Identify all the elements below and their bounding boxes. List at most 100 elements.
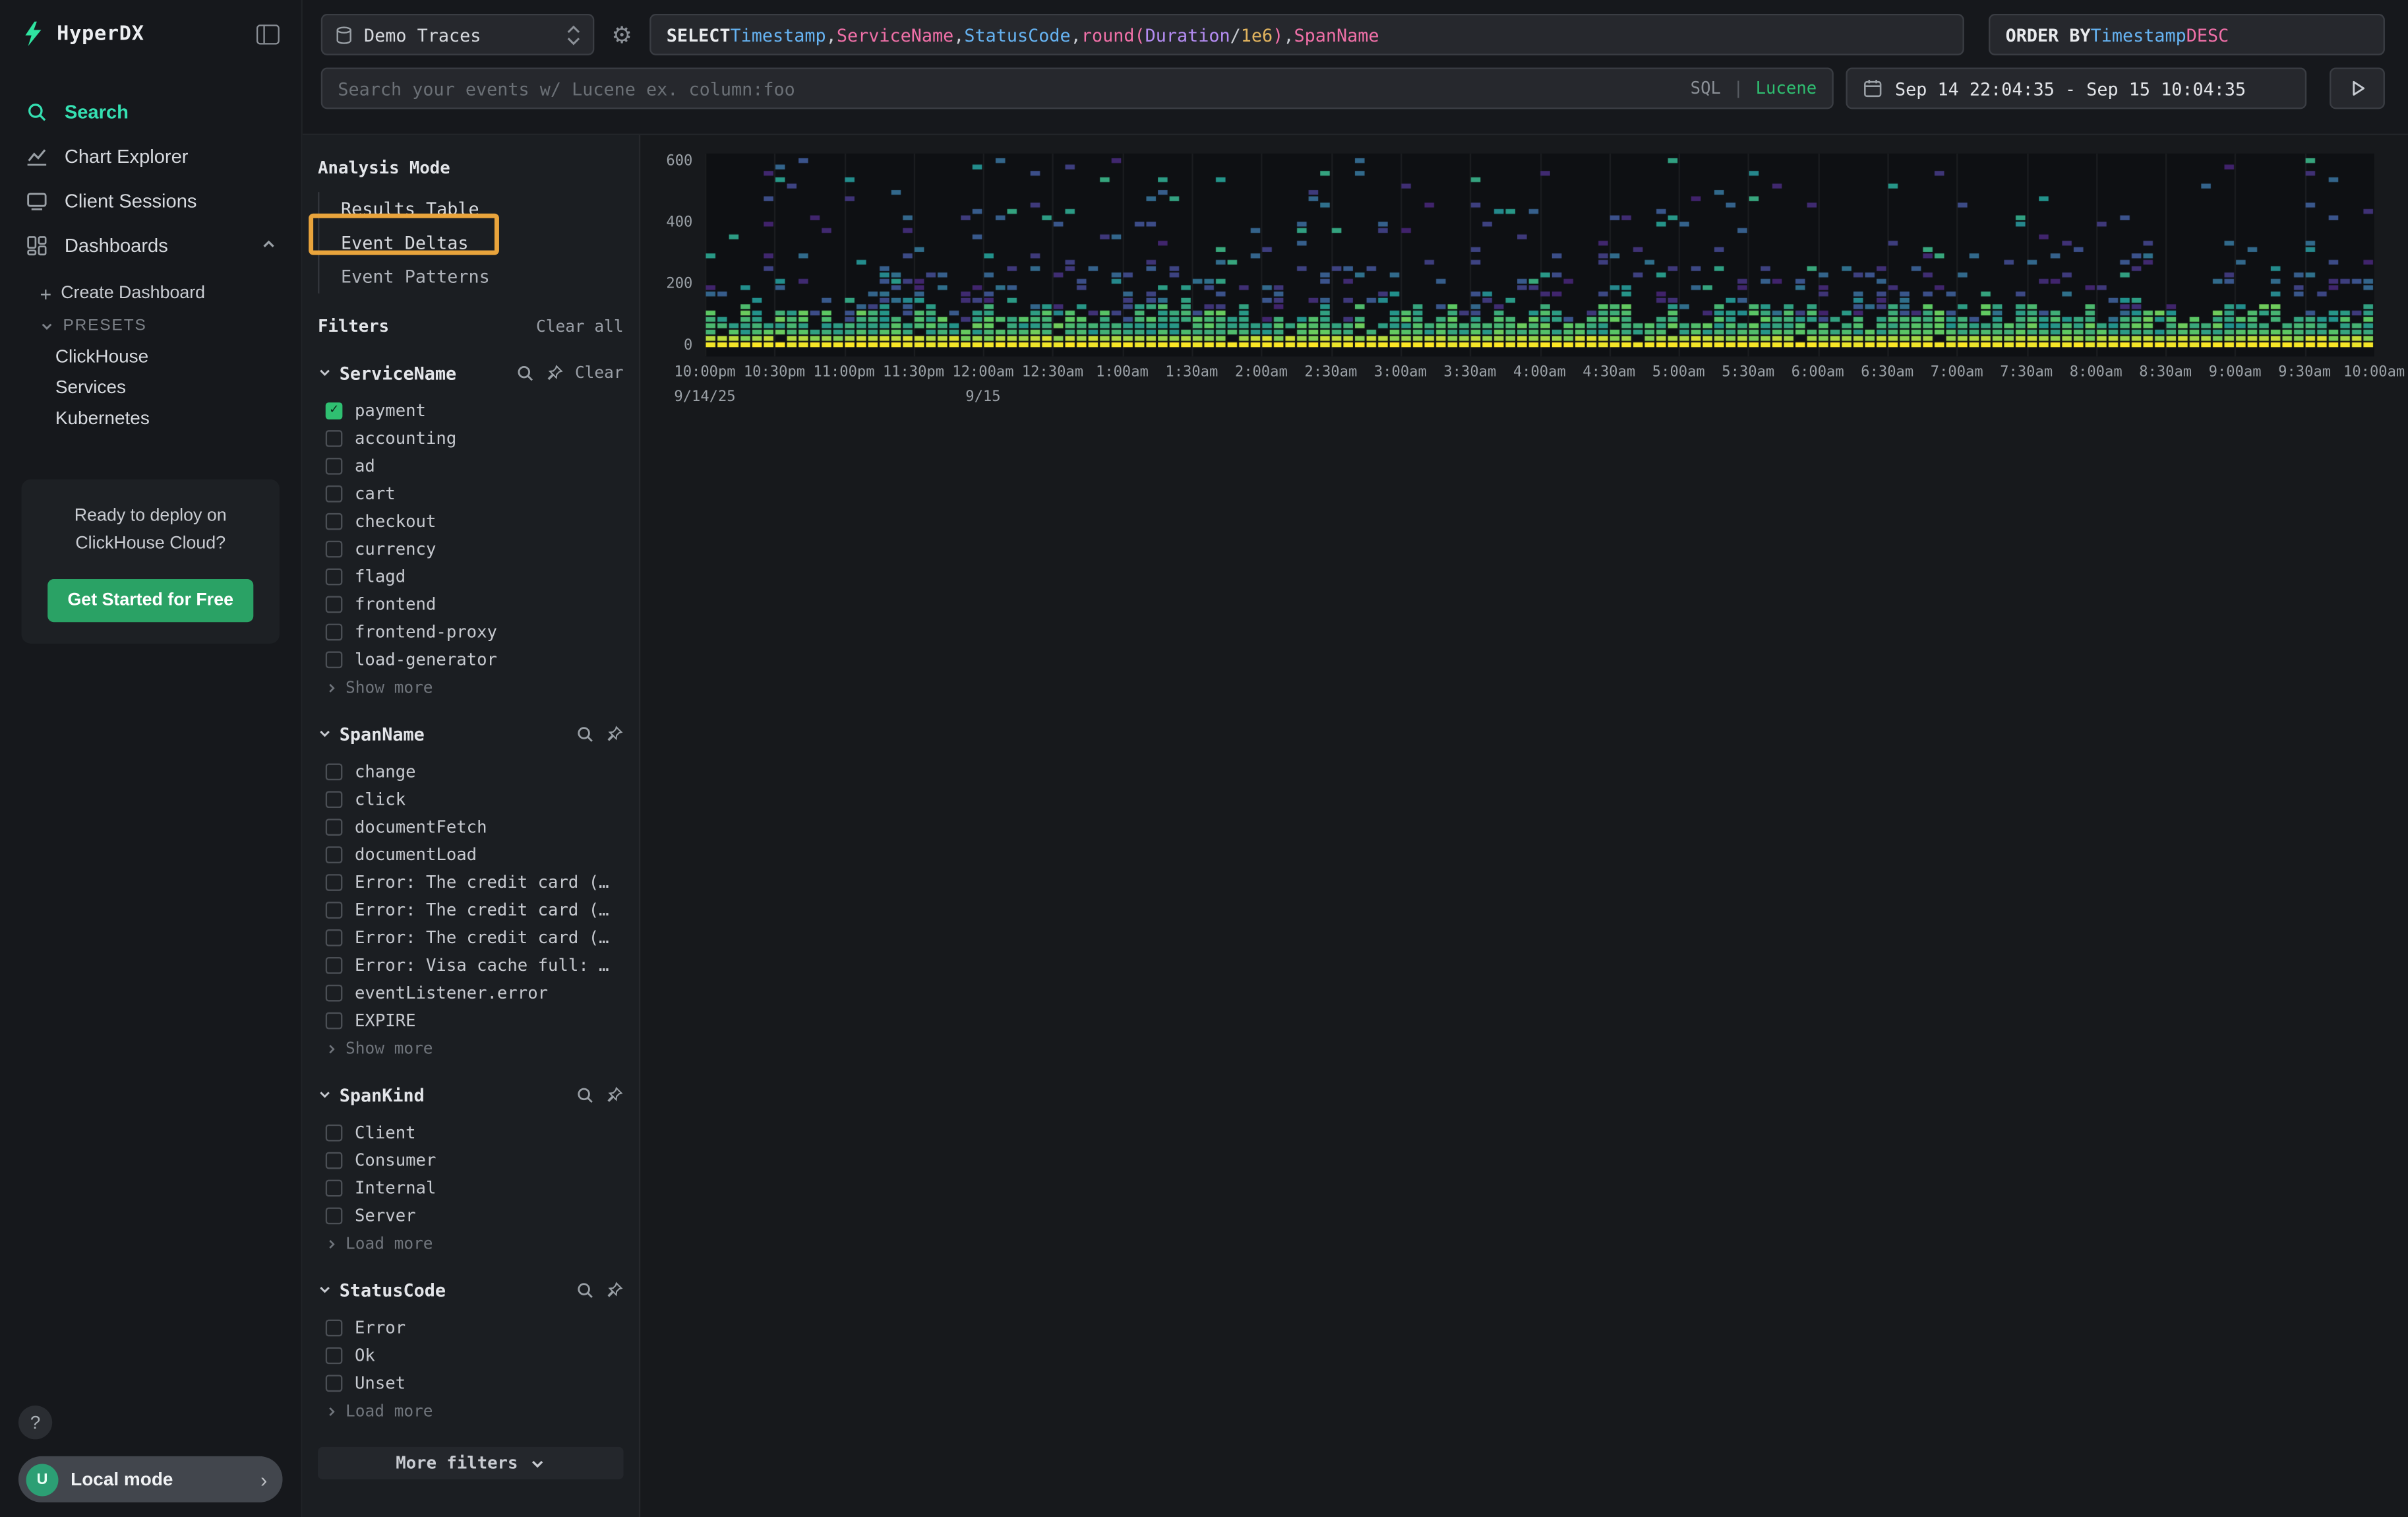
checkbox-unchecked[interactable] [326, 485, 343, 502]
show-more-link[interactable]: Load more [318, 1402, 623, 1421]
sidebar-item-clickhouse[interactable]: ClickHouse [0, 341, 301, 372]
filter-group-header[interactable]: SpanKind [318, 1084, 623, 1106]
filter-option-error-visa-cache-full-[interactable]: Error: Visa cache full: … [318, 951, 623, 979]
filter-option-checkout[interactable]: checkout [318, 507, 623, 535]
checkbox-unchecked[interactable] [326, 512, 343, 530]
sidebar-collapse-icon[interactable] [256, 24, 280, 44]
heatmap-plot[interactable] [705, 154, 2374, 356]
checkbox-unchecked[interactable] [326, 846, 343, 863]
source-select[interactable]: Demo Traces [321, 14, 595, 55]
filter-option-frontend[interactable]: frontend [318, 590, 623, 617]
pin-icon[interactable] [605, 725, 624, 743]
checkbox-unchecked[interactable] [326, 1152, 343, 1169]
help-button[interactable]: ? [18, 1406, 52, 1439]
filter-option-expire[interactable]: EXPIRE [318, 1006, 623, 1034]
filter-option-payment[interactable]: ✓payment [318, 396, 623, 424]
checkbox-unchecked[interactable] [326, 457, 343, 474]
source-settings-gear-icon[interactable]: ⚙ [607, 20, 638, 48]
filter-option-currency[interactable]: currency [318, 534, 623, 562]
search-icon[interactable] [516, 364, 535, 383]
checkbox-unchecked[interactable] [326, 540, 343, 557]
mode-event-deltas[interactable]: Event Deltas [319, 226, 623, 259]
checkbox-unchecked[interactable] [326, 762, 343, 780]
checkbox-unchecked[interactable] [326, 1124, 343, 1141]
checkbox-unchecked[interactable] [326, 1374, 343, 1391]
filter-option-load-generator[interactable]: load-generator [318, 645, 623, 673]
lucene-mode-toggle[interactable]: Lucene [1756, 78, 1817, 98]
clear-all-filters-button[interactable]: Clear all [536, 317, 624, 336]
filter-option-change[interactable]: change [318, 757, 623, 785]
get-started-button[interactable]: Get Started for Free [47, 578, 253, 621]
checkbox-unchecked[interactable] [326, 818, 343, 835]
filter-group-header[interactable]: SpanName [318, 724, 623, 745]
heatmap-canvas[interactable] [705, 154, 2374, 356]
filter-option-documentload[interactable]: documentLoad [318, 840, 623, 868]
sidebar-item-dashboards[interactable]: Dashboards [0, 223, 301, 268]
checkbox-unchecked[interactable] [326, 1206, 343, 1223]
checkbox-unchecked[interactable] [326, 1179, 343, 1196]
checkbox-unchecked[interactable] [326, 956, 343, 974]
checkbox-unchecked[interactable] [326, 623, 343, 640]
filter-option-click[interactable]: click [318, 785, 623, 813]
run-query-button[interactable] [2330, 67, 2385, 109]
filter-group-header[interactable]: ServiceNameClear [318, 363, 623, 385]
pin-icon[interactable] [605, 1086, 624, 1105]
checkbox-unchecked[interactable] [326, 429, 343, 447]
sidebar-item-services[interactable]: Services [0, 372, 301, 403]
filter-option-ad[interactable]: ad [318, 452, 623, 480]
filter-option-error-the-credit-card-[interactable]: Error: The credit card (… [318, 896, 623, 923]
presets-toggle[interactable]: PRESETS [0, 310, 301, 341]
filter-option-server[interactable]: Server [318, 1201, 623, 1229]
select-columns-input[interactable]: SELECT Timestamp, ServiceName, StatusCod… [649, 14, 1964, 55]
local-mode-menu[interactable]: U Local mode › [18, 1456, 283, 1502]
search-input[interactable] [338, 78, 1678, 100]
clear-group-button[interactable]: Clear [575, 364, 624, 383]
filter-option-documentfetch[interactable]: documentFetch [318, 813, 623, 840]
filter-option-consumer[interactable]: Consumer [318, 1146, 623, 1173]
sidebar-item-kubernetes[interactable]: Kubernetes [0, 402, 301, 433]
filter-option-accounting[interactable]: accounting [318, 424, 623, 452]
search-icon[interactable] [576, 1281, 594, 1299]
filter-option-ok[interactable]: Ok [318, 1341, 623, 1369]
checkbox-unchecked[interactable] [326, 790, 343, 807]
mode-results-table[interactable]: Results Table [319, 192, 623, 226]
sidebar-item-search[interactable]: Search [0, 89, 301, 134]
checkbox-unchecked[interactable] [326, 929, 343, 946]
filter-option-client[interactable]: Client [318, 1119, 623, 1146]
sidebar-item-chart-explorer[interactable]: Chart Explorer [0, 134, 301, 179]
filter-option-eventlistener-error[interactable]: eventListener.error [318, 979, 623, 1006]
checkbox-unchecked[interactable] [326, 984, 343, 1001]
filter-option-frontend-proxy[interactable]: frontend-proxy [318, 617, 623, 645]
checkbox-unchecked[interactable] [326, 901, 343, 918]
checkbox-unchecked[interactable] [326, 568, 343, 585]
filter-option-cart[interactable]: cart [318, 480, 623, 507]
show-more-link[interactable]: Show more [318, 1040, 623, 1059]
checkbox-unchecked[interactable] [326, 1346, 343, 1363]
more-filters-button[interactable]: More filters [318, 1447, 623, 1479]
filter-option-error-the-credit-card-[interactable]: Error: The credit card (… [318, 868, 623, 896]
show-more-link[interactable]: Show more [318, 679, 623, 697]
sidebar-item-client-sessions[interactable]: Client Sessions [0, 178, 301, 223]
sql-mode-toggle[interactable]: SQL [1691, 78, 1721, 98]
checkbox-unchecked[interactable] [326, 595, 343, 612]
pin-icon[interactable] [546, 364, 564, 383]
filter-option-flagd[interactable]: flagd [318, 562, 623, 590]
filter-group-header[interactable]: StatusCode [318, 1280, 623, 1301]
pin-icon[interactable] [605, 1281, 624, 1299]
filter-option-error[interactable]: Error [318, 1313, 623, 1341]
order-by-input[interactable]: ORDER BY Timestamp DESC [1989, 14, 2385, 55]
checkbox-unchecked[interactable] [326, 1012, 343, 1029]
checkbox-unchecked[interactable] [326, 1318, 343, 1336]
create-dashboard-button[interactable]: + Create Dashboard [0, 276, 301, 310]
search-icon[interactable] [576, 725, 594, 743]
filter-option-unset[interactable]: Unset [318, 1369, 623, 1396]
mode-event-patterns[interactable]: Event Patterns [319, 260, 623, 294]
filter-option-error-the-credit-card-[interactable]: Error: The credit card (… [318, 923, 623, 951]
search-icon[interactable] [576, 1086, 594, 1105]
date-range-picker[interactable]: Sep 14 22:04:35 - Sep 15 10:04:35 [1846, 67, 2306, 109]
checkbox-unchecked[interactable] [326, 650, 343, 667]
show-more-link[interactable]: Load more [318, 1235, 623, 1254]
filter-option-internal[interactable]: Internal [318, 1173, 623, 1201]
checkbox-unchecked[interactable] [326, 873, 343, 890]
checkbox-checked[interactable]: ✓ [326, 402, 343, 419]
